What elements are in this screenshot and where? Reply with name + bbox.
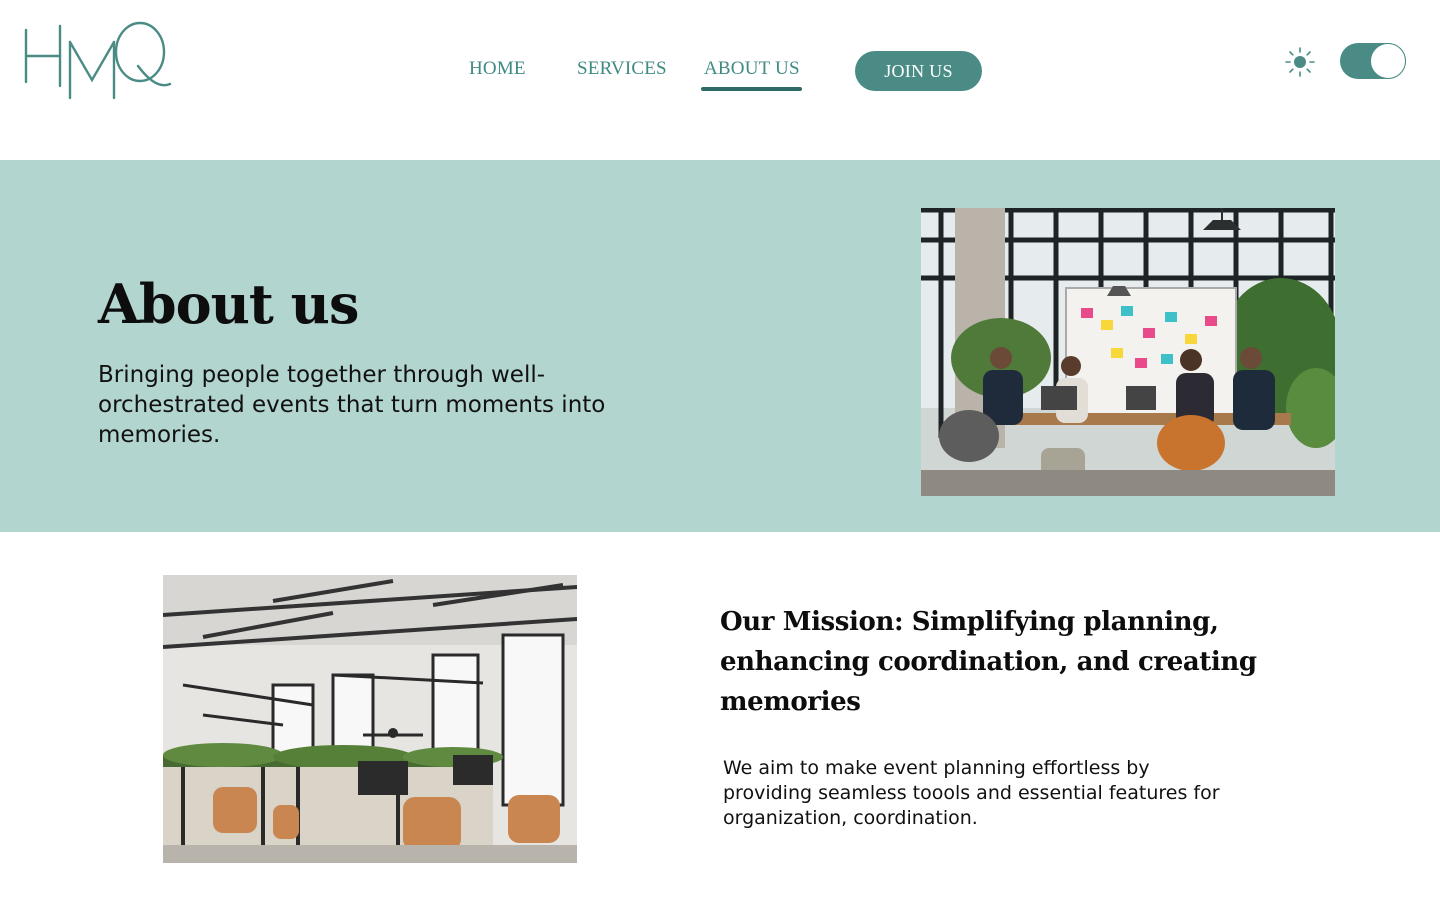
page-title: About us xyxy=(98,272,359,336)
theme-toggle[interactable] xyxy=(1340,43,1406,79)
site-header: HOME SERVICES ABOUT US JOIN US xyxy=(0,0,1440,160)
join-us-button[interactable]: JOIN US xyxy=(855,51,982,91)
team-meeting-image xyxy=(921,207,1346,496)
nav-about-us[interactable]: ABOUT US xyxy=(704,58,800,80)
nav-home[interactable]: HOME xyxy=(469,58,526,80)
brand-logo[interactable] xyxy=(22,20,174,102)
nav-services[interactable]: SERVICES xyxy=(577,58,667,80)
open-office-image xyxy=(162,575,578,863)
active-nav-indicator xyxy=(701,87,802,91)
mission-text: We aim to make event planning effortless… xyxy=(723,757,1220,829)
toggle-knob xyxy=(1370,43,1406,79)
sun-icon[interactable] xyxy=(1284,46,1316,78)
mission-title: Our Mission: Simplifying planning, enhan… xyxy=(720,607,1257,717)
hero-subtitle: Bringing people together through well-or… xyxy=(98,362,606,448)
about-hero: About us Bringing people together throug… xyxy=(0,160,1440,532)
